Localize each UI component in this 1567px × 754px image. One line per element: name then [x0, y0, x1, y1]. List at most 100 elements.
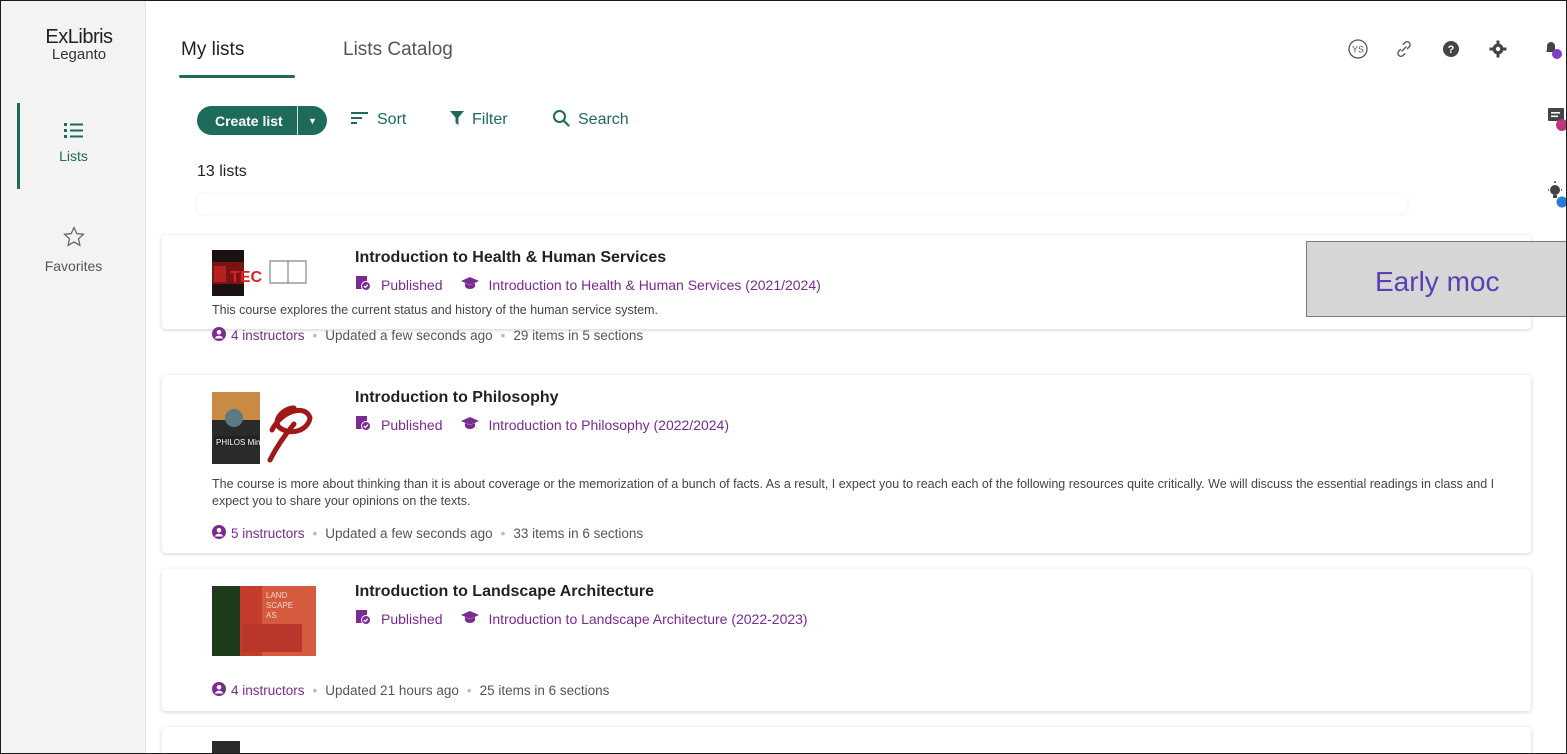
instructor-count: 4 instructors [231, 328, 305, 343]
gear-icon[interactable] [1486, 37, 1510, 61]
list-cover-image [212, 741, 240, 753]
svg-text:AS: AS [266, 611, 277, 620]
graduation-cap-icon [460, 416, 479, 433]
separator-dot: • [500, 526, 506, 541]
right-rail [1536, 96, 1566, 753]
list-title[interactable]: Introduction to Landscape Architecture [355, 583, 654, 601]
instructors-link[interactable]: 4 instructors [212, 682, 305, 699]
separator-dot: • [312, 328, 318, 343]
star-icon [1, 225, 146, 252]
instructor-count: 5 instructors [231, 526, 305, 541]
product-name: Leganto [51, 46, 107, 63]
course-name: Introduction to Health & Human Services … [488, 276, 821, 293]
tab-label: Lists Catalog [343, 39, 453, 60]
list-card[interactable] [162, 727, 1531, 753]
sort-icon [351, 111, 369, 130]
search-button[interactable]: Search [552, 109, 629, 132]
help-icon[interactable]: ? [1439, 37, 1463, 61]
svg-text:TEC: TEC [230, 269, 262, 286]
user-icon [212, 525, 226, 542]
list-title[interactable]: Introduction to Health & Human Services [355, 249, 666, 267]
list-footer: 4 instructors • Updated a few seconds ag… [212, 327, 643, 344]
separator-dot: • [500, 328, 506, 343]
instructors-link[interactable]: 5 instructors [212, 525, 305, 542]
user-icon [212, 682, 226, 699]
tab-label: My lists [181, 39, 245, 60]
updated-text: Updated a few seconds ago [325, 328, 493, 343]
brand-name: ExLibris [45, 26, 113, 48]
course-link[interactable]: Introduction to Health & Human Services … [460, 276, 821, 293]
published-icon [355, 415, 371, 434]
nav-item-lists[interactable]: Lists [1, 103, 146, 189]
link-icon[interactable] [1392, 37, 1416, 61]
updated-text: Updated 21 hours ago [325, 683, 459, 698]
notifications-icon[interactable] [1541, 37, 1565, 61]
list-card[interactable]: PHILOS Mind Introduction to Philosophy P… [162, 375, 1531, 553]
filter-label: Filter [472, 111, 508, 128]
search-label: Search [578, 111, 629, 128]
list-cover-image: PHILOS Mind [212, 390, 316, 464]
list-card[interactable]: LAND SCAPE AS Introduction to Landscape … [162, 569, 1531, 711]
list-description: The course is more about thinking than i… [212, 477, 1495, 508]
tab-underline [179, 75, 295, 78]
svg-text:SCAPE: SCAPE [266, 601, 293, 610]
list-footer: 5 instructors • Updated a few seconds ag… [212, 525, 643, 542]
list-meta: Published Introduction to Philosophy (20… [355, 415, 729, 434]
list-count: 13 lists [197, 163, 247, 180]
separator-dot: • [466, 683, 472, 698]
create-list-label: Create list [215, 112, 283, 129]
updated-text: Updated a few seconds ago [325, 526, 493, 541]
user-avatar-icon[interactable]: YS [1346, 37, 1370, 61]
list-footer: 4 instructors • Updated 21 hours ago • 2… [212, 682, 609, 699]
button-divider [297, 106, 298, 135]
create-list-button[interactable]: Create list ▼ [197, 106, 327, 135]
list-title[interactable]: Introduction to Philosophy [355, 389, 559, 407]
nav-item-favorites[interactable]: Favorites [1, 225, 146, 274]
graduation-cap-icon [460, 610, 479, 627]
suggestions-icon[interactable] [1547, 180, 1566, 213]
overlay-banner: Early moc [1306, 241, 1566, 317]
comments-icon[interactable] [1547, 106, 1566, 137]
svg-text:PHILOS Mind: PHILOS Mind [216, 438, 265, 447]
items-count: 29 items in 5 sections [513, 328, 644, 343]
search-icon [552, 109, 570, 132]
separator-dot: • [312, 526, 318, 541]
instructor-count: 4 instructors [231, 683, 305, 698]
published-icon [355, 275, 371, 294]
list-meta: Published Introduction to Health & Human… [355, 275, 821, 294]
list-status: Published [381, 416, 443, 433]
app-window: ExLibris Leganto Lists Favorites My list… [0, 0, 1567, 754]
user-icon [212, 327, 226, 344]
nav-item-label: Lists [59, 148, 88, 164]
course-link[interactable]: Introduction to Philosophy (2022/2024) [460, 416, 729, 433]
sort-button[interactable]: Sort [351, 110, 406, 130]
sort-label: Sort [377, 111, 407, 128]
card-stack-edge [197, 194, 1407, 214]
filter-button[interactable]: Filter [450, 110, 508, 130]
items-count: 25 items in 6 sections [479, 683, 610, 698]
chevron-down-icon[interactable]: ▼ [298, 116, 327, 126]
items-count: 33 items in 6 sections [513, 526, 644, 541]
list-cover-image: LAND SCAPE AS [212, 584, 316, 656]
list-icon [1, 121, 146, 142]
left-navigation: ExLibris Leganto Lists Favorites [1, 1, 146, 753]
nav-item-label: Favorites [44, 258, 103, 274]
active-indicator [17, 103, 20, 189]
instructors-link[interactable]: 4 instructors [212, 327, 305, 344]
overlay-text: Early moc [1375, 266, 1500, 297]
list-status: Published [381, 276, 443, 293]
list-meta: Published Introduction to Landscape Arch… [355, 609, 808, 628]
tab-lists-catalog[interactable]: Lists Catalog [343, 39, 453, 61]
svg-text:?: ? [1448, 44, 1455, 56]
filter-icon [450, 110, 464, 131]
app-logo[interactable]: ExLibris Leganto [37, 27, 121, 63]
avatar-initials: YS [1352, 45, 1364, 55]
course-name: Introduction to Landscape Architecture (… [488, 610, 808, 627]
list-status: Published [381, 610, 443, 627]
svg-text:LAND: LAND [266, 591, 288, 600]
tab-my-lists[interactable]: My lists [179, 39, 295, 78]
course-link[interactable]: Introduction to Landscape Architecture (… [460, 610, 808, 627]
graduation-cap-icon [460, 276, 479, 293]
separator-dot: • [312, 683, 318, 698]
published-icon [355, 609, 371, 628]
